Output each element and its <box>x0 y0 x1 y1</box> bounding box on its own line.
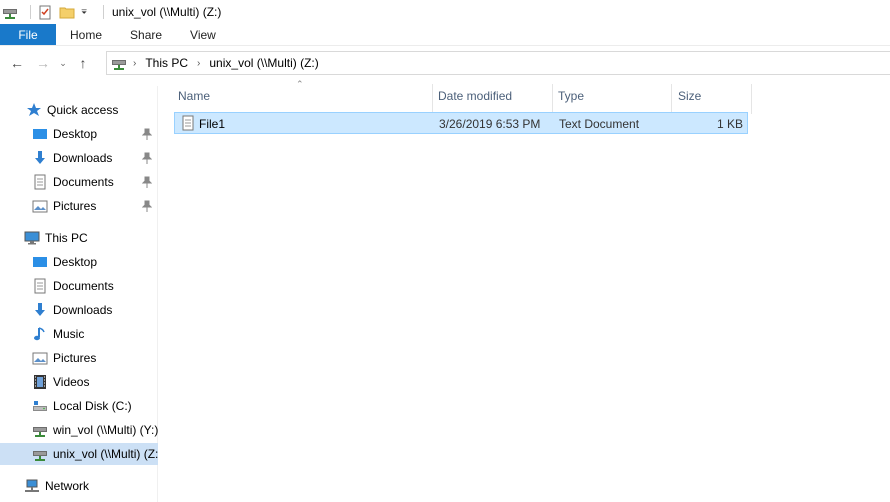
tab-home[interactable]: Home <box>56 24 116 45</box>
arrow-left-icon: ← <box>10 55 24 71</box>
film-strip-icon <box>34 375 46 389</box>
nav-label: Documents <box>53 175 114 189</box>
tab-view[interactable]: View <box>176 24 230 45</box>
column-divider[interactable] <box>671 84 672 114</box>
pictures-icon <box>32 352 48 365</box>
arrow-up-icon: ↑ <box>79 55 87 71</box>
column-header-name[interactable]: Name <box>174 84 432 108</box>
chevron-right-icon[interactable]: › <box>133 58 136 69</box>
back-button[interactable]: ← <box>6 52 28 74</box>
table-row[interactable]: File1 3/26/2019 6:53 PM Text Document 1 … <box>174 112 748 134</box>
text-document-icon <box>182 115 194 131</box>
nav-quick-downloads[interactable]: Downloads <box>0 147 158 169</box>
network-drive-icon <box>33 427 47 437</box>
file-list: ⌃ Name Date modified Type Size File1 3/2… <box>158 76 890 502</box>
desktop-icon <box>33 257 47 267</box>
document-icon <box>34 174 46 190</box>
arrow-right-icon: → <box>36 55 50 71</box>
download-arrow-icon <box>35 303 45 316</box>
nav-label: win_vol (\\Multi) (Y:) <box>53 423 158 437</box>
nav-label: Desktop <box>53 255 98 269</box>
nav-label: This PC <box>45 231 88 245</box>
toolbar-divider <box>103 5 104 19</box>
ribbon-tabs: File Home Share View <box>0 24 890 46</box>
file-name: File1 <box>199 117 226 131</box>
nav-pc-pictures[interactable]: Pictures <box>0 347 158 369</box>
column-header-type[interactable]: Type <box>554 84 670 108</box>
computer-icon <box>24 231 40 245</box>
breadcrumb-this-pc[interactable]: This PC <box>145 56 188 70</box>
pictures-icon <box>32 200 48 213</box>
nav-quick-access[interactable]: Quick access <box>0 99 158 121</box>
nav-pc-music[interactable]: Music <box>0 323 158 345</box>
music-note-icon <box>34 327 45 341</box>
nav-pc-desktop[interactable]: Desktop <box>0 251 158 273</box>
navigation-pane: Quick access Desktop Downloads Documents… <box>0 86 158 502</box>
document-icon <box>34 278 46 294</box>
nav-pc-unix-vol[interactable]: unix_vol (\\Multi) (Z:) <box>0 443 158 465</box>
chevron-down-icon: ⌄ <box>59 57 67 68</box>
breadcrumb-current-drive[interactable]: unix_vol (\\Multi) (Z:) <box>209 56 318 70</box>
properties-icon[interactable] <box>37 4 53 20</box>
navigation-bar: ← → ⌄ ↑ › This PC › unix_vol (\\Multi) (… <box>0 50 890 76</box>
pin-icon[interactable] <box>142 128 152 140</box>
download-arrow-icon <box>35 151 45 164</box>
nav-label: Desktop <box>53 127 98 141</box>
pin-icon[interactable] <box>142 176 152 188</box>
tab-share[interactable]: Share <box>116 24 176 45</box>
column-divider[interactable] <box>552 84 553 114</box>
nav-label: Pictures <box>53 199 97 213</box>
chevron-right-icon[interactable]: › <box>197 58 200 69</box>
column-header-date-modified[interactable]: Date modified <box>434 84 552 108</box>
nav-network[interactable]: Network <box>0 475 158 497</box>
toolbar-divider <box>30 5 31 19</box>
column-divider[interactable] <box>751 84 752 114</box>
forward-button[interactable]: → <box>32 52 54 74</box>
nav-label: Videos <box>53 375 90 389</box>
pin-icon[interactable] <box>142 200 152 212</box>
file-size: 1 KB <box>716 117 743 131</box>
nav-label: Music <box>53 327 85 341</box>
up-button[interactable]: ↑ <box>72 52 94 74</box>
title-bar: unix_vol (\\Multi) (Z:) <box>0 0 890 24</box>
nav-label: unix_vol (\\Multi) (Z:) <box>53 447 158 461</box>
file-type: Text Document <box>559 117 640 131</box>
window-title: unix_vol (\\Multi) (Z:) <box>112 5 222 19</box>
nav-label: Pictures <box>53 351 97 365</box>
nav-quick-desktop[interactable]: Desktop <box>0 123 158 145</box>
file-date-modified: 3/26/2019 6:53 PM <box>439 117 541 131</box>
nav-quick-documents[interactable]: Documents <box>0 171 158 193</box>
tab-file[interactable]: File <box>0 24 56 45</box>
nav-pc-win-vol[interactable]: win_vol (\\Multi) (Y:) <box>0 419 158 441</box>
hard-drive-icon <box>33 401 47 411</box>
network-drive-icon[interactable] <box>2 4 18 20</box>
column-header-size[interactable]: Size <box>674 84 748 108</box>
network-icon <box>25 479 39 492</box>
nav-quick-pictures[interactable]: Pictures <box>0 195 158 217</box>
nav-label: Downloads <box>53 303 113 317</box>
pin-icon[interactable] <box>142 152 152 164</box>
nav-pc-videos[interactable]: Videos <box>0 371 158 393</box>
column-divider[interactable] <box>432 84 433 114</box>
desktop-icon <box>33 129 47 139</box>
nav-pc-local-disk[interactable]: Local Disk (C:) <box>0 395 158 417</box>
nav-label: Quick access <box>47 103 119 117</box>
network-drive-icon <box>33 451 47 461</box>
customize-toolbar-icon[interactable] <box>81 4 91 20</box>
nav-this-pc[interactable]: This PC <box>0 227 158 249</box>
nav-label: Local Disk (C:) <box>53 399 132 413</box>
network-drive-icon <box>112 60 126 70</box>
recent-locations-button[interactable]: ⌄ <box>56 52 70 74</box>
new-folder-icon[interactable] <box>59 4 75 20</box>
star-icon <box>27 103 41 116</box>
nav-pc-documents[interactable]: Documents <box>0 275 158 297</box>
nav-label: Network <box>45 479 90 493</box>
address-bar[interactable]: › This PC › unix_vol (\\Multi) (Z:) <box>106 51 890 75</box>
quick-access-toolbar <box>0 4 110 20</box>
nav-pc-downloads[interactable]: Downloads <box>0 299 158 321</box>
nav-label: Downloads <box>53 151 113 165</box>
nav-label: Documents <box>53 279 114 293</box>
